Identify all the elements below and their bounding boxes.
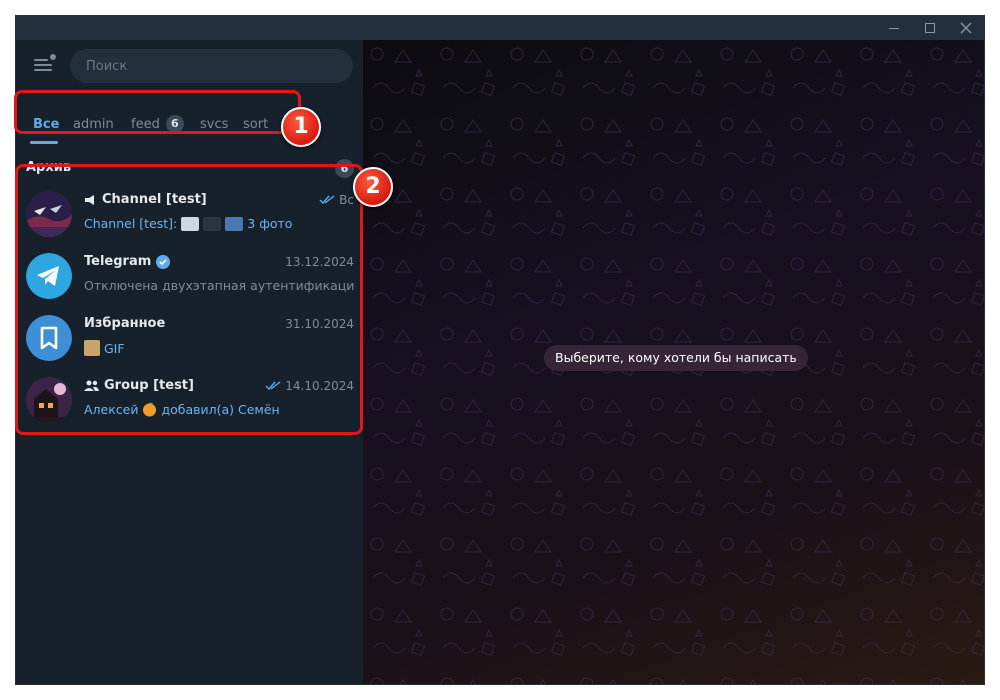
active-tab-indicator xyxy=(30,141,58,144)
empty-state-message: Выберите, кому хотели бы написать xyxy=(544,345,808,371)
chats-highlight-frame xyxy=(15,164,363,435)
tabs-highlight-frame xyxy=(14,90,301,134)
notification-dot-icon xyxy=(50,54,56,60)
title-bar xyxy=(16,16,984,40)
maximize-icon[interactable] xyxy=(912,16,948,40)
search-input[interactable] xyxy=(70,49,353,83)
close-icon[interactable] xyxy=(948,16,984,40)
chat-area: Выберите, кому хотели бы написать xyxy=(363,40,984,684)
minimize-icon[interactable] xyxy=(876,16,912,40)
main-menu-button[interactable] xyxy=(30,50,58,78)
callout-1: 1 xyxy=(281,107,321,147)
callout-2: 2 xyxy=(353,167,393,207)
